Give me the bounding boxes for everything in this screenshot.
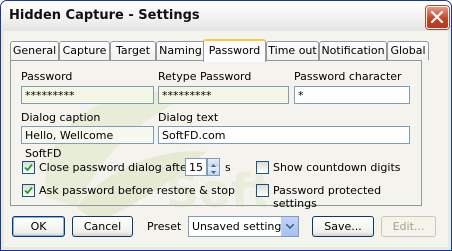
- tab-notification[interactable]: Notification: [319, 41, 387, 60]
- seconds-spinner[interactable]: [207, 158, 220, 176]
- window-title: Hidden Capture - Settings: [9, 8, 200, 23]
- dialog-caption-label: Dialog caption: [21, 111, 101, 124]
- ask-password-checkbox[interactable]: [22, 184, 35, 197]
- tab-naming[interactable]: Naming: [156, 41, 205, 60]
- tab-global[interactable]: Global: [387, 41, 429, 60]
- checkmark-icon: [24, 163, 33, 172]
- client-area: SoftFD General Capture Target Naming Pas…: [4, 31, 448, 247]
- tab-label: Target: [115, 44, 151, 57]
- dialog-text-label: Dialog text: [158, 111, 219, 124]
- password-character-field[interactable]: *: [294, 86, 410, 104]
- cancel-button-label: Cancel: [83, 220, 122, 233]
- tab-label: Notification: [321, 44, 385, 57]
- show-countdown-label: Show countdown digits: [273, 161, 401, 174]
- show-countdown-checkbox[interactable]: [256, 161, 269, 174]
- tab-general[interactable]: General: [10, 41, 59, 60]
- dialog-caption-field[interactable]: Hello, Wellcome SoftFD: [21, 126, 154, 160]
- close-icon: [431, 11, 443, 23]
- ok-button[interactable]: OK: [12, 216, 65, 237]
- close-dialog-after-checkbox[interactable]: [22, 161, 35, 174]
- tab-password[interactable]: Password: [203, 39, 266, 62]
- password-field[interactable]: *********: [21, 86, 154, 104]
- tab-label: Global: [390, 44, 426, 57]
- tab-time-out[interactable]: Time out: [266, 41, 319, 60]
- tab-capture[interactable]: Capture: [59, 41, 110, 60]
- close-dialog-after-label: Close password dialog after: [39, 161, 192, 174]
- protected-settings-checkbox[interactable]: [256, 184, 269, 197]
- checkmark-icon: [24, 186, 33, 195]
- ok-button-label: OK: [30, 220, 47, 233]
- seconds-unit-label: s: [225, 161, 231, 174]
- settings-window: Hidden Capture - Settings SoftFD General…: [0, 0, 452, 251]
- save-button-label: Save...: [324, 220, 362, 233]
- save-button[interactable]: Save...: [312, 216, 374, 237]
- protected-settings-label: Password protected settings: [273, 184, 382, 210]
- tab-label: Capture: [62, 44, 107, 57]
- tab-target[interactable]: Target: [110, 41, 156, 60]
- retype-password-field[interactable]: *********: [158, 86, 289, 104]
- edit-button: Edit...: [381, 216, 436, 237]
- password-tab-panel: Password ********* Retype Password *****…: [10, 60, 422, 210]
- tab-label: Time out: [268, 44, 317, 57]
- retype-password-label: Retype Password: [158, 70, 252, 83]
- spin-up-icon[interactable]: [208, 159, 219, 167]
- dialog-text-field[interactable]: SoftFD.com: [158, 126, 410, 144]
- spin-down-icon[interactable]: [208, 167, 219, 175]
- cancel-button[interactable]: Cancel: [72, 216, 133, 237]
- tab-label: Password: [208, 44, 261, 57]
- password-label: Password: [21, 70, 73, 83]
- password-character-label: Password character: [294, 70, 402, 83]
- ask-password-label: Ask password before restore & stop: [39, 184, 235, 197]
- preset-select[interactable]: Unsaved settings: [188, 216, 299, 237]
- dropdown-arrow-icon[interactable]: [281, 217, 298, 236]
- tab-label: Naming: [159, 44, 202, 57]
- preset-select-value: Unsaved settings: [192, 220, 288, 233]
- title-bar[interactable]: Hidden Capture - Settings: [1, 1, 451, 31]
- close-after-seconds-field[interactable]: 15: [185, 158, 207, 176]
- close-button[interactable]: [426, 6, 449, 29]
- tab-label: General: [12, 44, 57, 57]
- preset-label: Preset: [147, 220, 182, 233]
- edit-button-label: Edit...: [392, 220, 425, 233]
